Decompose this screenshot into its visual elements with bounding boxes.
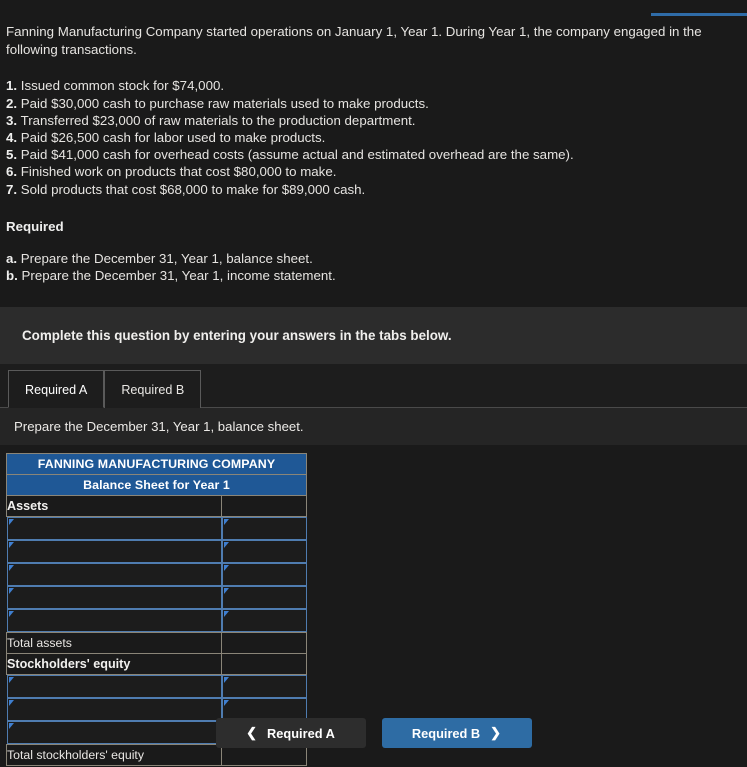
intro-paragraph: Fanning Manufacturing Company started op…: [6, 24, 702, 58]
statement-title-cell: Balance Sheet for Year 1: [6, 474, 307, 497]
transaction-text: Paid $26,500 cash for labor used to make…: [20, 129, 326, 145]
prev-required-a-button[interactable]: ❮ Required A: [215, 718, 366, 749]
transaction-number: 7.: [6, 181, 18, 197]
transaction-text: Paid $41,000 cash for overhead costs (as…: [20, 147, 574, 163]
asset-amount-input-5[interactable]: [221, 609, 307, 633]
equity-amount-input-1[interactable]: [221, 675, 307, 699]
asset-amount-cell-5: [221, 609, 307, 633]
transaction-number: 2.: [6, 95, 18, 111]
asset-label-cell-5: [6, 609, 222, 633]
transaction-text: Paid $30,000 cash to purchase raw materi…: [20, 95, 429, 111]
chevron-right-icon: ❯: [490, 725, 502, 741]
list-item: b. Prepare the December 31, Year 1, inco…: [6, 267, 747, 284]
required-letter: b.: [6, 267, 18, 283]
asset-amount-cell-3: [221, 563, 307, 587]
assets-section-label: Assets: [6, 495, 222, 518]
company-title-cell: FANNING MANUFACTURING COMPANY: [6, 453, 307, 476]
question-page: Fanning Manufacturing Company started op…: [0, 13, 747, 767]
asset-amount-input-4[interactable]: [221, 586, 307, 610]
table-row: [6, 586, 307, 610]
asset-label-input-1[interactable]: [6, 517, 222, 541]
asset-label-cell-4: [6, 586, 222, 610]
asset-label-input-3[interactable]: [6, 563, 222, 587]
instruction-banner: Complete this question by entering your …: [0, 307, 747, 365]
table-row: Total assets: [6, 632, 307, 655]
table-row: Balance Sheet for Year 1: [6, 474, 307, 497]
table-row: [6, 563, 307, 587]
list-item: 2. Paid $30,000 cash to purchase raw mat…: [6, 95, 747, 112]
table-row: Assets: [6, 495, 307, 518]
tab-bar: Required A Required B: [0, 364, 747, 409]
transaction-text: Transferred $23,000 of raw materials to …: [20, 112, 416, 128]
asset-amount-cell-1: [221, 517, 307, 541]
required-list: a. Prepare the December 31, Year 1, bala…: [0, 250, 747, 284]
list-item: 6. Finished work on products that cost $…: [6, 163, 747, 180]
assets-section-blank: [221, 495, 307, 518]
table-row: Stockholders' equity: [6, 653, 307, 676]
required-heading: Required: [6, 218, 64, 234]
equity-label-input-1[interactable]: [6, 675, 222, 699]
transaction-list: 1. Issued common stock for $74,000. 2. P…: [0, 77, 747, 197]
asset-amount-input-1[interactable]: [221, 517, 307, 541]
prev-button-label: Required A: [267, 725, 335, 741]
required-letter: a.: [6, 250, 18, 266]
asset-amount-cell-4: [221, 586, 307, 610]
asset-label-cell-3: [6, 563, 222, 587]
top-edge-strip: [651, 13, 747, 17]
chevron-left-icon: ❮: [246, 725, 258, 741]
asset-amount-input-2[interactable]: [221, 540, 307, 564]
transaction-text: Sold products that cost $68,000 to make …: [20, 181, 366, 197]
asset-amount-input-3[interactable]: [221, 563, 307, 587]
asset-label-cell-1: [6, 517, 222, 541]
required-text: Prepare the December 31, Year 1, income …: [21, 267, 336, 283]
total-assets-label: Total assets: [6, 632, 222, 655]
transaction-number: 1.: [6, 78, 18, 94]
navigation-buttons: ❮ Required A Required B ❯: [0, 718, 747, 749]
asset-label-input-2[interactable]: [6, 540, 222, 564]
equity-label-cell-1: [6, 675, 222, 699]
table-row: FANNING MANUFACTURING COMPANY: [6, 453, 307, 476]
asset-label-input-5[interactable]: [6, 609, 222, 633]
list-item: 3. Transferred $23,000 of raw materials …: [6, 112, 747, 129]
next-required-b-button[interactable]: Required B ❯: [381, 718, 532, 749]
required-text: Prepare the December 31, Year 1, balance…: [20, 250, 313, 266]
subprompt-text: Prepare the December 31, Year 1, balance…: [0, 408, 747, 446]
table-row: [6, 609, 307, 633]
list-item: 1. Issued common stock for $74,000.: [6, 77, 747, 94]
asset-amount-cell-2: [221, 540, 307, 564]
table-row: [6, 517, 307, 541]
asset-label-cell-2: [6, 540, 222, 564]
equity-section-blank: [221, 653, 307, 676]
transaction-text: Issued common stock for $74,000.: [20, 78, 225, 94]
tab-required-a[interactable]: Required A: [8, 370, 105, 409]
list-item: 5. Paid $41,000 cash for overhead costs …: [6, 146, 747, 163]
list-item: 4. Paid $26,500 cash for labor used to m…: [6, 129, 747, 146]
table-row: [6, 540, 307, 564]
equity-amount-cell-1: [221, 675, 307, 699]
transaction-text: Finished work on products that cost $80,…: [20, 164, 337, 180]
transaction-number: 6.: [6, 164, 18, 180]
table-row: [6, 675, 307, 699]
next-button-label: Required B: [411, 725, 481, 741]
tab-required-b[interactable]: Required B: [104, 370, 202, 409]
equity-section-label: Stockholders' equity: [6, 653, 222, 676]
transaction-number: 3.: [6, 112, 18, 128]
asset-label-input-4[interactable]: [6, 586, 222, 610]
transaction-number: 5.: [6, 147, 18, 163]
total-assets-value: [221, 632, 307, 655]
transaction-number: 4.: [6, 129, 18, 145]
list-item: a. Prepare the December 31, Year 1, bala…: [6, 250, 747, 267]
list-item: 7. Sold products that cost $68,000 to ma…: [6, 181, 747, 198]
